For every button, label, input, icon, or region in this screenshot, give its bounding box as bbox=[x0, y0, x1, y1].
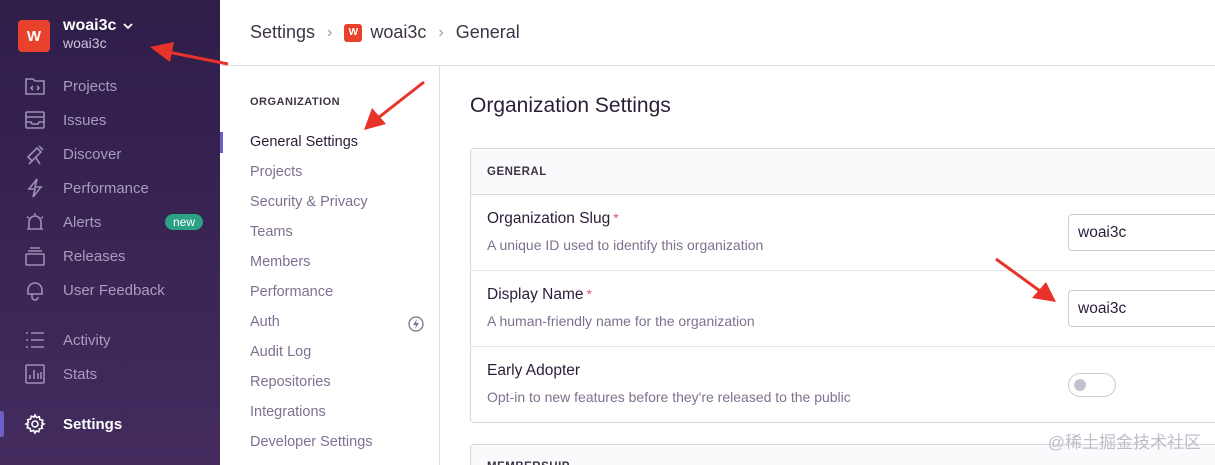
chevron-down-icon bbox=[123, 23, 133, 30]
toggle-knob bbox=[1074, 379, 1086, 391]
org-text: woai3c woai3c bbox=[63, 17, 134, 52]
main-content: Organization Settings GENERAL Organizati… bbox=[440, 66, 1215, 465]
settings-nav-audit-log[interactable]: Audit Log bbox=[250, 344, 311, 360]
sidebar-item-performance[interactable]: Performance bbox=[24, 176, 149, 200]
display-name-row: Display Name * A human-friendly name for … bbox=[471, 271, 1215, 347]
settings-nav-repositories[interactable]: Repositories bbox=[250, 374, 331, 390]
early-adopter-label: Early Adopter bbox=[487, 362, 581, 379]
issues-icon bbox=[25, 111, 45, 129]
settings-nav-developer-settings[interactable]: Developer Settings bbox=[250, 434, 373, 450]
settings-nav-auth[interactable]: Auth bbox=[250, 314, 280, 330]
settings-nav-active-indicator bbox=[220, 132, 223, 153]
sidebar-item-discover[interactable]: Discover bbox=[24, 142, 121, 166]
sidebar-item-label: Performance bbox=[63, 179, 149, 197]
organization-slug-help: A unique ID used to identify this organi… bbox=[487, 237, 764, 253]
alerts-icon bbox=[26, 213, 44, 230]
org-name: woai3c bbox=[63, 17, 134, 35]
organization-slug-input[interactable] bbox=[1068, 214, 1215, 251]
display-name-label-text: Display Name bbox=[487, 286, 584, 303]
breadcrumb-org[interactable]: woai3c bbox=[370, 22, 426, 43]
org-name-text: woai3c bbox=[63, 17, 117, 34]
general-panel-header: GENERAL bbox=[471, 149, 1215, 195]
display-name-input[interactable] bbox=[1068, 290, 1215, 327]
settings-nav-security-privacy[interactable]: Security & Privacy bbox=[250, 194, 368, 210]
display-name-help: A human-friendly name for the organizati… bbox=[487, 313, 755, 329]
sidebar-item-settings[interactable]: Settings bbox=[24, 412, 122, 436]
projects-icon bbox=[25, 78, 45, 95]
early-adopter-row: Early Adopter Opt-in to new features bef… bbox=[471, 347, 1215, 422]
settings-nav-general-settings[interactable]: General Settings bbox=[250, 134, 358, 150]
watermark: @稀土掘金技术社区 bbox=[1047, 433, 1201, 452]
settings-nav-members[interactable]: Members bbox=[250, 254, 310, 270]
sidebar-item-label: Discover bbox=[63, 145, 122, 163]
sidebar-item-activity[interactable]: Activity bbox=[24, 328, 111, 352]
sidebar-item-alerts[interactable]: Alerts new bbox=[24, 210, 214, 234]
settings-icon bbox=[24, 413, 46, 435]
sidebar-item-label: User Feedback bbox=[63, 281, 165, 299]
sidebar-item-label: Stats bbox=[63, 365, 98, 383]
breadcrumb-settings[interactable]: Settings bbox=[250, 22, 315, 43]
user-feedback-icon bbox=[27, 282, 43, 301]
bolt-icon bbox=[408, 316, 424, 332]
display-name-label: Display Name * bbox=[487, 286, 592, 304]
organization-slug-label: Organization Slug * bbox=[487, 210, 619, 228]
sidebar-item-label: Activity bbox=[63, 331, 111, 349]
sidebar-item-label: Settings bbox=[63, 415, 123, 433]
sidebar-item-label: Releases bbox=[63, 247, 126, 265]
org-switcher[interactable]: W woai3c woai3c bbox=[18, 17, 134, 52]
releases-icon bbox=[25, 247, 45, 266]
sidebar-item-label: Issues bbox=[63, 111, 107, 129]
org-avatar: W bbox=[18, 20, 50, 52]
early-adopter-toggle[interactable] bbox=[1068, 373, 1116, 397]
organization-slug-row: Organization Slug * A unique ID used to i… bbox=[471, 195, 1215, 271]
stats-icon bbox=[25, 364, 45, 384]
breadcrumb-org-avatar: W bbox=[344, 23, 363, 42]
early-adopter-help: Opt-in to new features before they're re… bbox=[487, 389, 851, 405]
sidebar-item-projects[interactable]: Projects bbox=[24, 74, 117, 98]
sidebar-item-issues[interactable]: Issues bbox=[24, 108, 106, 132]
org-slug: woai3c bbox=[63, 35, 107, 51]
settings-nav-section-title: ORGANIZATION bbox=[250, 96, 341, 108]
sidebar-item-releases[interactable]: Releases bbox=[24, 244, 126, 268]
settings-nav-projects[interactable]: Projects bbox=[250, 164, 302, 180]
activity-icon bbox=[26, 332, 44, 348]
settings-nav: ORGANIZATION General Settings Projects S… bbox=[220, 66, 440, 465]
sidebar: W woai3c woai3c Projects Issues Discover… bbox=[0, 0, 220, 465]
sidebar-item-user-feedback[interactable]: User Feedback bbox=[24, 278, 165, 302]
breadcrumb-separator-icon: › bbox=[438, 23, 444, 41]
discover-icon bbox=[26, 145, 44, 165]
settings-nav-performance[interactable]: Performance bbox=[250, 284, 333, 300]
breadcrumb-current: General bbox=[455, 22, 520, 42]
sidebar-item-stats[interactable]: Stats bbox=[24, 362, 97, 386]
breadcrumb-separator-icon: › bbox=[327, 23, 333, 41]
required-indicator: * bbox=[586, 286, 592, 302]
sidebar-item-label: Alerts bbox=[63, 213, 102, 231]
sidebar-active-indicator bbox=[0, 411, 4, 437]
settings-nav-integrations[interactable]: Integrations bbox=[250, 404, 326, 420]
performance-icon bbox=[27, 178, 43, 198]
general-panel: GENERAL Organization Slug * A unique ID u… bbox=[470, 148, 1215, 423]
settings-nav-teams[interactable]: Teams bbox=[250, 224, 293, 240]
page-title: Organization Settings bbox=[470, 94, 671, 117]
breadcrumb: Settings › W woai3c › General bbox=[220, 0, 1215, 66]
required-indicator: * bbox=[613, 210, 619, 226]
new-badge: new bbox=[165, 214, 204, 230]
organization-slug-label-text: Organization Slug bbox=[487, 210, 611, 227]
sidebar-item-label: Projects bbox=[63, 77, 118, 95]
